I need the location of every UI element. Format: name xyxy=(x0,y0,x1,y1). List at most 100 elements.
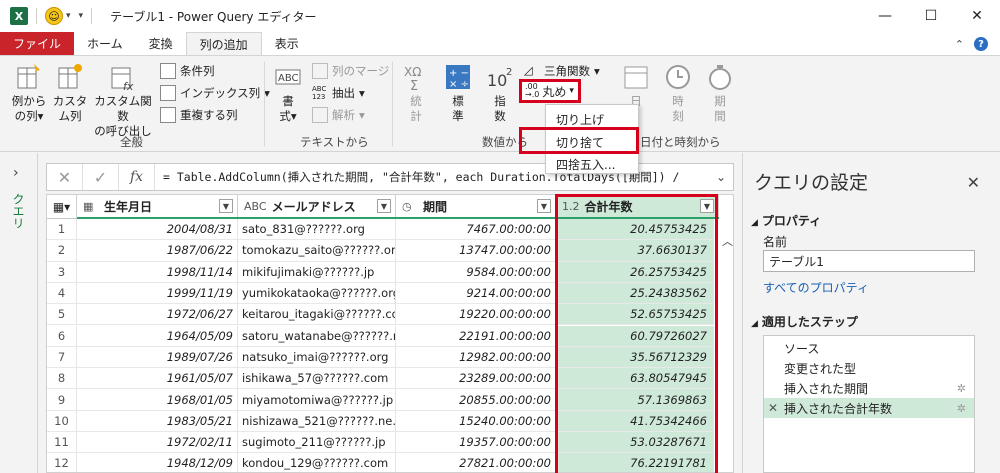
delete-step-icon[interactable]: ✕ xyxy=(768,401,778,415)
row-number[interactable]: 6 xyxy=(47,325,77,347)
table-row[interactable]: 8 1961/05/07 ishikawa_57@??????.com 23289.0… xyxy=(47,368,733,390)
cell-birthdate[interactable]: 2004/08/31 xyxy=(77,219,238,241)
filter-dropdown-icon[interactable]: ▼ xyxy=(537,199,551,213)
index-column-button[interactable]: インデックス列 ▾ xyxy=(160,84,270,102)
row-number[interactable]: 3 xyxy=(47,261,77,283)
custom-column-button[interactable]: カスタ ム列 xyxy=(52,62,88,124)
tab-file[interactable]: ファイル xyxy=(0,32,75,55)
cell-duration[interactable]: 22191.00:00:00 xyxy=(396,325,556,347)
format-button[interactable]: ABC 書 式▾ xyxy=(270,62,306,124)
properties-section[interactable]: ◢ プロパティ xyxy=(751,212,821,229)
cell-birthdate[interactable]: 1983/05/21 xyxy=(77,410,238,432)
scroll-up-icon[interactable]: ︿ xyxy=(722,233,733,249)
cell-email[interactable]: sugimoto_211@??????.jp xyxy=(238,432,396,454)
cell-duration[interactable]: 19357.00:00:00 xyxy=(396,432,556,454)
row-number[interactable]: 12 xyxy=(47,453,77,472)
table-row[interactable]: 6 1964/05/09 satoru_watanabe@??????.n... 22… xyxy=(47,325,733,347)
cell-birthdate[interactable]: 1968/01/05 xyxy=(77,389,238,411)
scientific-button[interactable]: 10 2 指 数 xyxy=(482,62,518,124)
cell-email[interactable]: sato_831@??????.org xyxy=(238,219,396,241)
row-number[interactable]: 7 xyxy=(47,346,77,369)
duplicate-column-button[interactable]: 重複する列 xyxy=(160,106,238,124)
filter-dropdown-icon[interactable]: ▼ xyxy=(377,199,391,213)
row-number[interactable]: 2 xyxy=(47,240,77,262)
table-row[interactable]: 3 1998/11/14 mikifujimaki@??????.jp 9584.00… xyxy=(47,261,733,283)
fx-icon[interactable]: fx xyxy=(119,164,155,190)
cell-email[interactable]: nishizawa_521@??????.ne.jp xyxy=(238,410,396,432)
cell-birthdate[interactable]: 1964/05/09 xyxy=(77,325,238,347)
check-icon[interactable]: ✓ xyxy=(83,164,119,190)
menu-item-round-up[interactable]: 切り上げ xyxy=(556,111,604,128)
table-row[interactable]: 9 1968/01/05 miyamotomiwa@??????.jp 20855.0… xyxy=(47,389,733,411)
row-number[interactable]: 10 xyxy=(47,410,77,432)
date-type-icon[interactable]: ▦ xyxy=(83,200,99,213)
cell-email[interactable]: kondou_129@??????.com xyxy=(238,453,396,472)
step-source[interactable]: ソース xyxy=(764,338,974,358)
cell-total-years[interactable]: 25.24383562 xyxy=(556,282,714,305)
cell-email[interactable]: keitarou_itagaki@??????.com xyxy=(238,304,396,326)
row-number[interactable]: 9 xyxy=(47,389,77,411)
cell-total-years[interactable]: 26.25753425 xyxy=(556,261,714,283)
cell-email[interactable]: mikifujimaki@??????.jp xyxy=(238,261,396,283)
cancel-icon[interactable]: ✕ xyxy=(47,164,83,190)
text-type-icon[interactable]: ABC xyxy=(244,200,267,213)
smiley-icon[interactable]: ☺ xyxy=(45,7,63,25)
statistics-button[interactable]: XΩ Σ 統 計 xyxy=(398,62,434,124)
cell-total-years[interactable]: 52.65753425 xyxy=(556,304,714,326)
time-button[interactable]: 時 刻 xyxy=(660,62,696,124)
filter-dropdown-icon[interactable]: ▼ xyxy=(700,199,714,213)
tab-home[interactable]: ホーム xyxy=(74,32,136,55)
cell-birthdate[interactable]: 1961/05/07 xyxy=(77,368,238,390)
expand-queries-icon[interactable]: › xyxy=(13,165,19,181)
cell-total-years[interactable]: 20.45753425 xyxy=(556,219,714,241)
vertical-scrollbar[interactable]: ︿ xyxy=(719,219,733,472)
cell-email[interactable]: natsuko_imai@??????.org xyxy=(238,346,396,369)
table-row[interactable]: 7 1989/07/26 natsuko_imai@??????.org 12982.… xyxy=(47,346,733,369)
table-row[interactable]: 11 1972/02/11 sugimoto_211@??????.jp 19357.… xyxy=(47,432,733,454)
close-button[interactable]: ✕ xyxy=(954,0,1000,32)
cell-birthdate[interactable]: 1998/11/14 xyxy=(77,261,238,283)
tab-add-column[interactable]: 列の追加 xyxy=(185,32,262,55)
column-from-examples-button[interactable]: 例から の列▾ xyxy=(8,62,50,124)
row-number[interactable]: 8 xyxy=(47,368,77,390)
filter-dropdown-icon[interactable]: ▼ xyxy=(219,199,233,213)
cell-birthdate[interactable]: 1972/02/11 xyxy=(77,432,238,454)
applied-steps-section[interactable]: ◢ 適用したステップ xyxy=(751,313,858,330)
cell-email[interactable]: yumikokataoka@??????.org xyxy=(238,282,396,305)
cell-email[interactable]: miyamotomiwa@??????.jp xyxy=(238,389,396,411)
column-header-total-years[interactable]: 1.2 合計年数 ▼ xyxy=(556,195,719,219)
cell-duration[interactable]: 9584.00:00:00 xyxy=(396,261,556,283)
cell-total-years[interactable]: 41.75342466 xyxy=(556,410,714,432)
table-row[interactable]: 10 1983/05/21 nishizawa_521@??????.ne.jp 15… xyxy=(47,410,733,432)
cell-total-years[interactable]: 76.22191781 xyxy=(556,453,714,472)
parse-button[interactable]: 解析 ▾ xyxy=(312,106,365,124)
help-icon[interactable]: ? xyxy=(974,37,988,51)
customize-quick-access-icon[interactable]: ▾ xyxy=(79,11,84,21)
cell-duration[interactable]: 20855.00:00:00 xyxy=(396,389,556,411)
standard-button[interactable]: + − × ÷ 標 準 xyxy=(440,62,476,124)
table-row[interactable]: 12 1948/12/09 kondou_129@??????.com 27821.0… xyxy=(47,453,733,472)
round-button[interactable]: .00 →.0 丸め ▾ xyxy=(519,79,581,103)
invoke-custom-function-button[interactable]: fx カスタム関数 の呼び出し xyxy=(90,62,156,139)
duration-button[interactable]: 期 間 xyxy=(702,62,738,124)
step-inserted-duration[interactable]: 挿入された期間 ✲ xyxy=(764,378,974,398)
expand-formula-icon[interactable]: ⌄ xyxy=(709,170,733,184)
date-button[interactable]: 日 xyxy=(618,62,654,109)
row-number[interactable]: 4 xyxy=(47,282,77,305)
tab-transform[interactable]: 変換 xyxy=(136,32,186,55)
column-header-birthdate[interactable]: ▦ 生年月日 ▼ xyxy=(77,195,238,219)
cell-birthdate[interactable]: 1987/06/22 xyxy=(77,240,238,262)
cell-email[interactable]: satoru_watanabe@??????.n... xyxy=(238,325,396,347)
cell-duration[interactable]: 12982.00:00:00 xyxy=(396,346,556,369)
tab-view[interactable]: 表示 xyxy=(262,32,312,55)
trigonometry-button[interactable]: ◿ 三角関数 ▾ xyxy=(524,62,600,80)
cell-total-years[interactable]: 60.79726027 xyxy=(556,325,714,347)
cell-duration[interactable]: 13747.00:00:00 xyxy=(396,240,556,262)
cell-birthdate[interactable]: 1989/07/26 xyxy=(77,346,238,369)
step-changed-type[interactable]: 変更された型 xyxy=(764,358,974,378)
table-row[interactable]: 5 1972/06/27 keitarou_itagaki@??????.com 19… xyxy=(47,304,733,326)
step-inserted-total-years[interactable]: ✕ 挿入された合計年数 ✲ xyxy=(764,398,974,418)
menu-item-round[interactable]: 四捨五入... xyxy=(556,156,615,173)
cell-duration[interactable]: 19220.00:00:00 xyxy=(396,304,556,326)
cell-total-years[interactable]: 53.03287671 xyxy=(556,432,714,454)
